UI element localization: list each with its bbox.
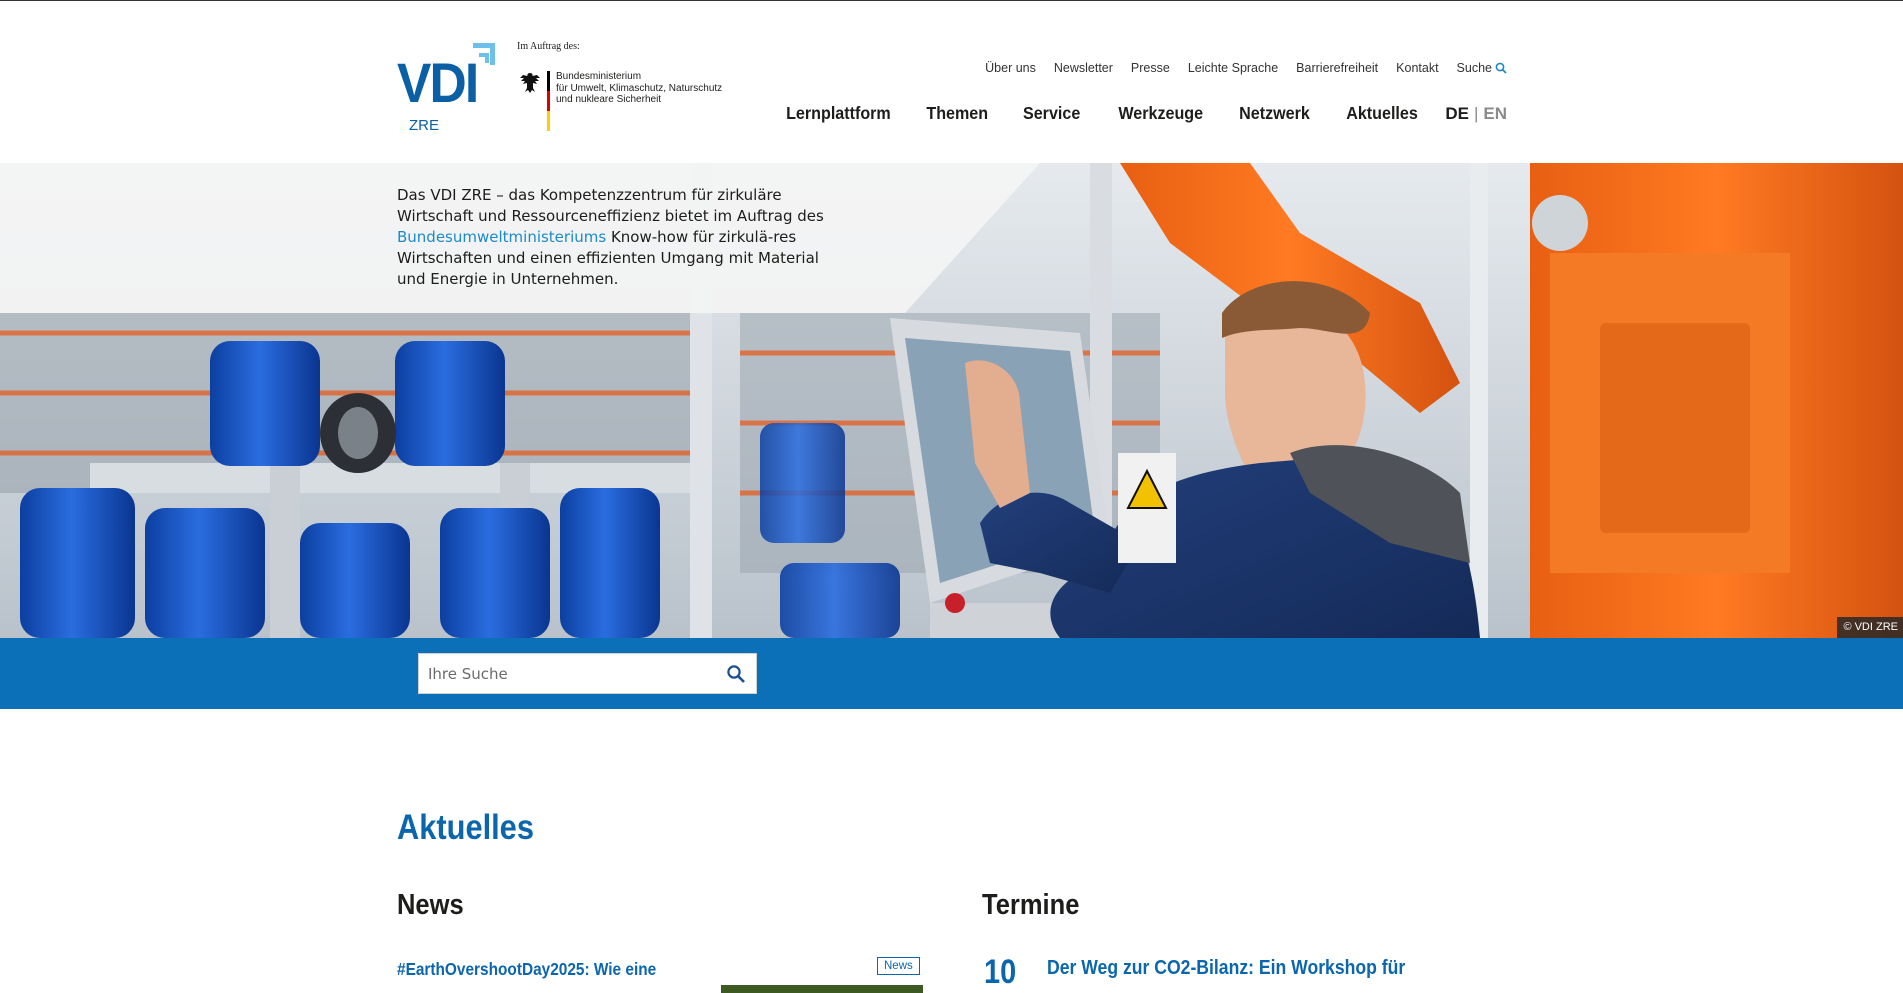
intro-overlay: Das VDI ZRE – das Kompetenzzentrum für z… [0, 163, 1040, 313]
meta-search-link[interactable]: Suche [1457, 61, 1507, 75]
nav-lernplattform[interactable]: Lernplattform [787, 103, 892, 124]
news-item-thumbnail[interactable] [721, 985, 923, 993]
logo-vdi-text: VDI [397, 51, 479, 114]
ministry-line: und nukleare Sicherheit [556, 94, 662, 105]
search-icon [1495, 62, 1507, 74]
news-item-link[interactable]: #EarthOvershootDay2025: Wie eine [397, 959, 656, 980]
site-header: VDI ZRE Im Auftrag des: Bundesministeriu… [0, 1, 1903, 163]
intro-text: Das VDI ZRE – das Kompetenzzentrum für z… [397, 185, 847, 290]
news-category-badge: News [877, 957, 920, 975]
meta-search-label: Suche [1456, 61, 1492, 75]
logo-corner-mark-inner-vertical [485, 53, 489, 63]
nav-werkzeuge[interactable]: Werkzeuge [1118, 103, 1203, 124]
search-band [0, 638, 1903, 709]
logo-zre-text: ZRE [409, 117, 439, 134]
meta-link-kontakt[interactable]: Kontakt [1396, 61, 1438, 75]
nav-service[interactable]: Service [1023, 103, 1080, 124]
ministry-line: Bundesministerium [556, 71, 642, 82]
search-input[interactable] [419, 654, 709, 693]
ministry-line: für Umwelt, Klimaschutz, Naturschutz [556, 82, 723, 94]
lang-de[interactable]: DE [1445, 104, 1469, 124]
meta-link-ueber-uns[interactable]: Über uns [985, 61, 1036, 75]
meta-link-presse[interactable]: Presse [1131, 61, 1170, 75]
logo-corner-mark-vertical [490, 43, 495, 65]
search-submit-icon[interactable] [726, 664, 746, 684]
event-date-day: 10 [984, 953, 1017, 991]
intro-text-before: Das VDI ZRE – das Kompetenzzentrum für z… [397, 186, 824, 225]
ministry-name: Bundesministerium für Umwelt, Klimaschut… [556, 71, 728, 106]
termine-heading: Termine [982, 889, 1080, 921]
intro-ministry-link[interactable]: Bundesumweltministeriums [397, 228, 606, 246]
search-form [418, 653, 757, 694]
meta-link-newsletter[interactable]: Newsletter [1054, 61, 1113, 75]
meta-link-leichte-sprache[interactable]: Leichte Sprache [1188, 61, 1278, 75]
meta-navigation: Über uns Newsletter Presse Leichte Sprac… [967, 61, 1507, 75]
auftrag-label: Im Auftrag des: [517, 41, 580, 52]
language-switcher: DE | EN [1445, 104, 1507, 124]
section-title-aktuelles: Aktuelles [397, 808, 534, 847]
meta-link-barrierefreiheit[interactable]: Barrierefreiheit [1296, 61, 1378, 75]
lang-separator: | [1473, 103, 1479, 123]
nav-netzwerk[interactable]: Netzwerk [1239, 103, 1310, 124]
main-navigation: Lernplattform Themen Service Werkzeuge N… [747, 103, 1507, 124]
hero-banner: Das VDI ZRE – das Kompetenzzentrum für z… [0, 163, 1903, 638]
german-flag-bar [547, 71, 550, 131]
ministry-logo[interactable]: Im Auftrag des: Bundesministerium für Um… [515, 41, 725, 137]
nav-aktuelles[interactable]: Aktuelles [1346, 103, 1418, 124]
lang-en[interactable]: EN [1483, 104, 1507, 124]
nav-themen[interactable]: Themen [927, 103, 989, 124]
news-heading: News [397, 889, 464, 921]
image-copyright: © VDI ZRE [1837, 617, 1903, 638]
vdi-zre-logo[interactable]: VDI ZRE [397, 43, 497, 135]
event-item-link[interactable]: Der Weg zur CO2-Bilanz: Ein Workshop für [1047, 957, 1405, 980]
federal-eagle-icon [520, 73, 540, 93]
